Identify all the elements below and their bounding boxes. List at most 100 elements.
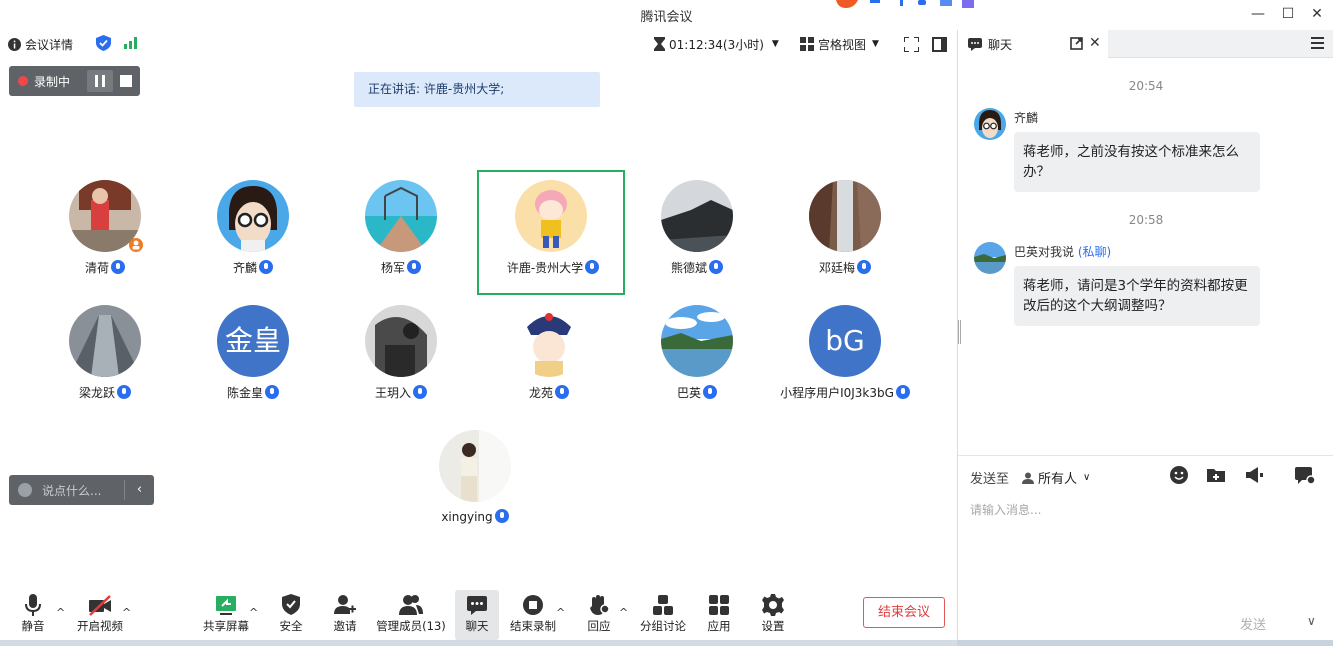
participant-tile[interactable]: 熊德斌 bbox=[623, 170, 771, 295]
avatar bbox=[365, 305, 437, 377]
folder-icon[interactable] bbox=[1205, 464, 1227, 486]
invite-button[interactable]: 邀请 bbox=[326, 590, 364, 640]
video-button[interactable]: 开启视频 bbox=[72, 590, 128, 640]
video-grid: 录制中 正在讲话: 许鹿-贵州大学; 清荷 齐麟 杨军 许鹿-贵州大学 熊德斌 … bbox=[0, 58, 957, 588]
avatar bbox=[513, 305, 585, 377]
reaction-label: 回应 bbox=[587, 619, 611, 633]
recipient-select[interactable]: 所有人 ∨ bbox=[1022, 468, 1090, 487]
title-bar: 腾讯会议 — ☐ ✕ bbox=[0, 0, 1333, 30]
quick-chat-placeholder[interactable]: 说点什么... bbox=[42, 482, 101, 499]
mic-icon bbox=[494, 509, 509, 523]
shield-icon[interactable] bbox=[96, 35, 111, 51]
popout-icon[interactable] bbox=[1070, 37, 1083, 50]
tab-chat[interactable]: 聊天 ✕ bbox=[958, 30, 1108, 58]
participant-name: 邓廷梅 bbox=[771, 259, 919, 276]
participant-name: 许鹿-贵州大学 bbox=[479, 259, 627, 276]
meeting-info-button[interactable]: 会议详情 bbox=[8, 35, 73, 53]
minimize-button[interactable]: — bbox=[1246, 3, 1270, 25]
chat-panel: 聊天 ✕ 20:54 齐麟 蒋老师，之前没有按这个标准来怎么办？ 20:58 巴… bbox=[957, 30, 1333, 640]
maximize-button[interactable]: ☐ bbox=[1276, 3, 1300, 25]
participant-name-text: 杨军 bbox=[380, 261, 405, 275]
chat-label: 聊天 bbox=[465, 619, 489, 633]
participant-name-text: 龙苑 bbox=[528, 386, 553, 400]
participant-tile[interactable]: 清荷 bbox=[31, 170, 179, 295]
pause-icon bbox=[95, 75, 105, 87]
members-icon bbox=[399, 595, 423, 615]
add-user-icon bbox=[334, 595, 356, 614]
megaphone-icon[interactable] bbox=[1243, 464, 1265, 486]
message-bubble: 蒋老师，之前没有按这个标准来怎么办？ bbox=[1014, 132, 1260, 192]
security-button[interactable]: 安全 bbox=[272, 590, 310, 640]
chevron-up-icon[interactable]: ^ bbox=[122, 606, 131, 619]
chat-button[interactable]: 聊天 bbox=[455, 590, 499, 640]
mute-button[interactable]: 静音 bbox=[12, 590, 54, 640]
participant-name: 熊德斌 bbox=[623, 259, 771, 276]
chevron-down-icon[interactable]: ∨ bbox=[1307, 614, 1316, 628]
message-input[interactable] bbox=[970, 500, 1320, 520]
close-icon[interactable]: ✕ bbox=[1089, 35, 1101, 51]
stop-record-button[interactable] bbox=[114, 70, 140, 92]
participant-name: 龙苑 bbox=[475, 384, 623, 401]
emoji-icon[interactable] bbox=[1168, 464, 1190, 486]
participant-name-text: xingying bbox=[441, 510, 493, 524]
end-recording-button[interactable]: 结束录制 bbox=[506, 590, 560, 640]
fullscreen-icon[interactable] bbox=[904, 37, 919, 52]
active-speaker-banner: 正在讲话: 许鹿-贵州大学; bbox=[354, 72, 600, 107]
avatar bbox=[217, 180, 289, 252]
security-label: 安全 bbox=[279, 619, 303, 633]
participant-name: xingying bbox=[401, 509, 549, 524]
participant-tile[interactable]: 巴英 bbox=[623, 295, 771, 420]
signal-icon[interactable] bbox=[124, 36, 139, 49]
breakout-button[interactable]: 分组讨论 bbox=[638, 590, 688, 640]
invite-label: 邀请 bbox=[333, 619, 357, 633]
chevron-up-icon[interactable]: ^ bbox=[249, 606, 258, 619]
mic-icon bbox=[703, 385, 717, 399]
pause-record-button[interactable] bbox=[87, 70, 113, 92]
chat-tab-label: 聊天 bbox=[988, 37, 1013, 52]
microphone-icon bbox=[25, 594, 41, 616]
mic-icon bbox=[407, 260, 421, 274]
participant-name: 杨军 bbox=[327, 259, 475, 276]
participant-tile[interactable]: 邓廷梅 bbox=[771, 170, 919, 295]
participant-tile[interactable]: 梁龙跃 bbox=[31, 295, 179, 420]
close-window-button[interactable]: ✕ bbox=[1305, 3, 1329, 25]
timer-button[interactable]: 01:12:34(3小时) ▼ bbox=[654, 35, 779, 53]
mute-label: 静音 bbox=[21, 619, 45, 633]
participant-tile[interactable]: 龙苑 bbox=[475, 295, 623, 420]
mic-icon bbox=[895, 385, 910, 399]
send-options-row: 发送至 所有人 ∨ bbox=[958, 455, 1333, 495]
chat-settings-icon[interactable] bbox=[1294, 464, 1316, 486]
participant-tile[interactable]: bG 小程序用户I0J3k3bG bbox=[771, 295, 919, 420]
chevron-up-icon[interactable]: ^ bbox=[556, 606, 565, 619]
participant-tile[interactable]: 金皇 陈金皇 bbox=[179, 295, 327, 420]
end-record-label: 结束录制 bbox=[510, 619, 556, 633]
settings-button[interactable]: 设置 bbox=[754, 590, 792, 640]
emoji-icon[interactable] bbox=[18, 483, 32, 497]
participant-name: 齐麟 bbox=[179, 259, 327, 276]
share-screen-button[interactable]: 共享屏幕 bbox=[198, 590, 254, 640]
send-button[interactable]: 发送 bbox=[1240, 614, 1266, 633]
manage-members-button[interactable]: 管理成员(13) bbox=[372, 590, 450, 640]
participant-tile[interactable]: 王玥入 bbox=[327, 295, 475, 420]
quick-chat-bar[interactable]: 说点什么... ‹ bbox=[9, 475, 154, 505]
sender-name: 齐麟 bbox=[1014, 111, 1039, 125]
participant-tile[interactable]: 齐麟 bbox=[179, 170, 327, 295]
apps-button[interactable]: 应用 bbox=[700, 590, 738, 640]
participant-tile-active-speaker[interactable]: 许鹿-贵州大学 bbox=[477, 170, 625, 295]
menu-icon[interactable] bbox=[1311, 37, 1324, 49]
gear-icon bbox=[762, 594, 784, 616]
view-mode-button[interactable]: 宫格视图 ▼ bbox=[800, 35, 879, 53]
recording-indicator: 录制中 bbox=[9, 66, 140, 96]
end-meeting-button[interactable]: 结束会议 bbox=[863, 597, 945, 628]
panel-splitter[interactable] bbox=[957, 320, 962, 344]
host-badge-icon bbox=[129, 238, 143, 252]
participant-tile[interactable]: 杨军 bbox=[327, 170, 475, 295]
chevron-up-icon[interactable]: ^ bbox=[56, 606, 65, 619]
participant-name-text: 陈金皇 bbox=[226, 386, 263, 400]
reaction-button[interactable]: 回应 bbox=[580, 590, 618, 640]
chevron-up-icon[interactable]: ^ bbox=[619, 606, 628, 619]
participant-tile[interactable]: xingying bbox=[401, 420, 549, 545]
participant-name: 巴英 bbox=[623, 384, 771, 401]
sidebar-toggle-icon[interactable] bbox=[932, 37, 947, 52]
chevron-left-icon[interactable]: ‹ bbox=[124, 480, 154, 500]
